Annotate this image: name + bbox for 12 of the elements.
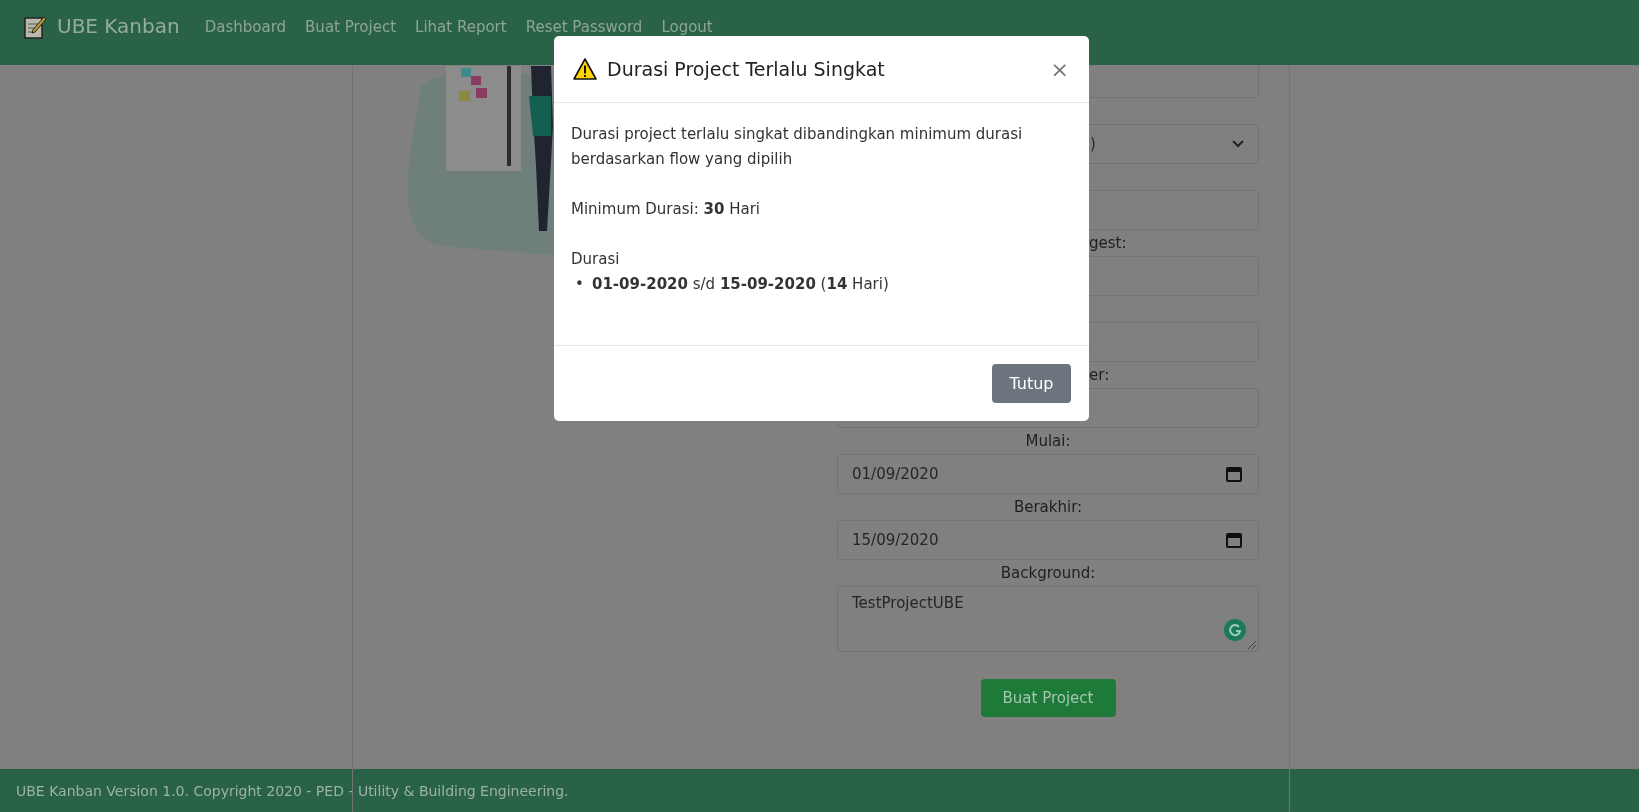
modal-message: Durasi project terlalu singkat dibandingkan minimum durasi berdasarkan flow yang dipilih	[571, 124, 1024, 170]
copyright-text: UBE Kanban Version 1.0. Copyright 2020 - PED - Utility & Building Engineering.	[16, 782, 569, 799]
field-label: Mulai:	[1025, 432, 1071, 450]
minimum-duration-text: Minimum Durasi: 30 Hari	[571, 199, 761, 220]
list-bullet: •	[575, 274, 585, 295]
field-label: Background:	[1000, 564, 1096, 582]
field-label: gest:	[1089, 234, 1127, 252]
duration-item: 01-09-2020 s/d 15-09-2020 (14 Hari)	[592, 274, 889, 295]
field-label: er:	[1089, 366, 1110, 384]
field-label: Berakhir:	[1013, 498, 1083, 516]
modal-title: Durasi Project Terlalu Singkat	[607, 58, 886, 80]
duration-heading: Durasi	[571, 249, 621, 270]
